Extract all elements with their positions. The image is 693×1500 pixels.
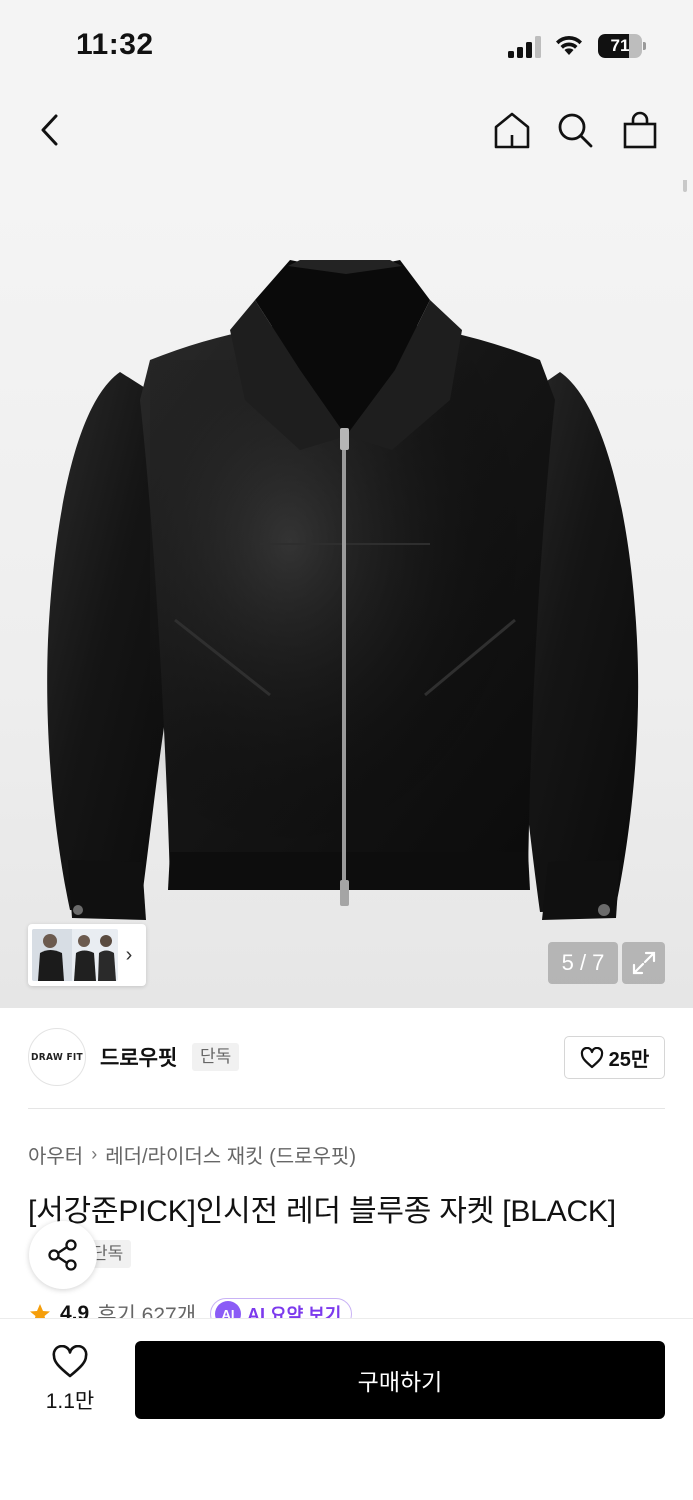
share-button[interactable] [29,1221,97,1289]
cart-button[interactable] [618,108,662,152]
top-nav [0,90,693,180]
breadcrumb-item-outer[interactable]: 아우터 [28,1140,83,1169]
heart-icon [52,1345,88,1378]
model-photos-thumbnail[interactable]: › [28,924,146,986]
buy-button[interactable]: 구매하기 [135,1341,665,1419]
brand-like-button[interactable]: 25만 [564,1036,665,1079]
bottom-action-bar: 1.1만 구매하기 [0,1318,693,1500]
status-bar: 11:32 71 [0,0,693,90]
model-thumbnail-image [32,929,118,981]
expand-image-button[interactable] [622,942,665,984]
expand-icon [632,951,655,975]
wifi-icon [556,35,582,55]
search-icon [558,113,593,148]
wishlist-count: 1.1만 [45,1390,95,1413]
battery-level: 71 [610,36,630,55]
chevron-right-icon: › [125,943,133,966]
breadcrumb-item-leather-jacket[interactable]: 레더/라이더스 재킷 (드로우핏) [105,1140,356,1169]
chevron-right-icon: › [91,1144,98,1164]
battery-icon: 71 [598,34,646,58]
chevron-left-icon [41,114,58,146]
breadcrumb: 아우터 › 레더/라이더스 재킷 (드로우핏) [28,1140,356,1169]
cellular-signal-icon [508,36,541,58]
search-button[interactable] [553,108,597,152]
back-button[interactable] [28,108,72,152]
shopping-bag-icon [623,111,657,149]
leather-jacket-image [47,260,639,920]
status-time: 11:32 [76,28,154,61]
divider [28,1108,665,1109]
brand-logo[interactable]: DRAW FIT [28,1028,86,1086]
heart-icon [580,1046,603,1068]
brand-row: DRAW FIT 드로우핏 단독 25만 [28,1028,665,1086]
share-icon [48,1239,77,1271]
wishlist-button[interactable]: 1.1만 [30,1345,110,1417]
home-button[interactable] [490,108,534,152]
home-icon [494,112,530,149]
product-title: [서강준PICK]인시전 레더 블루종 자켓 [BLACK] [28,1195,616,1228]
scroll-indicator [683,180,687,192]
product-image-carousel[interactable]: › 5 / 7 [0,180,693,1008]
brand-name[interactable]: 드로우핏 [100,1042,177,1072]
brand-like-count: 25만 [608,1049,650,1071]
image-page-counter: 5 / 7 [548,942,618,984]
brand-exclusive-badge: 단독 [192,1043,240,1071]
